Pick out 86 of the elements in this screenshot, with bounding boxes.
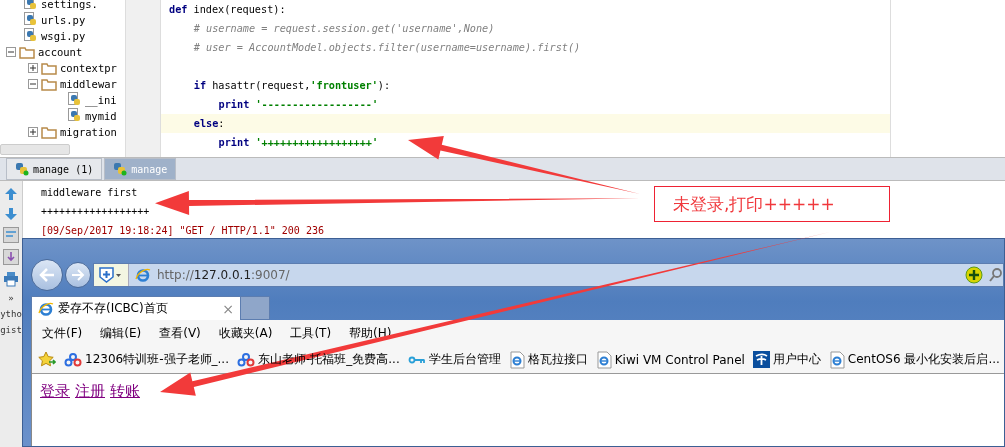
shield-plus-icon[interactable] — [99, 267, 123, 283]
tree-item[interactable]: wsgi.py — [41, 30, 86, 42]
code-token: print — [218, 99, 250, 110]
code-token: def — [169, 4, 188, 15]
tree-item[interactable]: contextpr — [60, 62, 117, 74]
right-arrow-icon — [71, 269, 85, 281]
favorite-link[interactable]: 用户中心 — [752, 351, 821, 368]
run-tab[interactable]: manage (1) — [6, 158, 103, 180]
console-line: [09/Sep/2017 19:18:24] "GET / HTTP/1.1" 200 236 — [41, 224, 324, 238]
code-token: 'frontuser' — [310, 80, 378, 91]
page-icon — [508, 350, 525, 369]
tree-item[interactable]: account — [38, 46, 83, 58]
code-token: if — [193, 80, 207, 91]
printer-icon[interactable] — [3, 271, 19, 287]
collapse-toggle-icon[interactable] — [6, 47, 16, 57]
folder-icon — [19, 45, 35, 59]
python-file-icon — [68, 92, 82, 108]
up-arrow-icon[interactable] — [4, 187, 18, 201]
code-token: : — [218, 118, 225, 129]
panel-text: ytho — [0, 309, 22, 319]
expand-toggle-icon[interactable] — [28, 127, 38, 137]
console-line: middleware first — [41, 186, 138, 200]
search-icon[interactable] — [989, 267, 1003, 283]
cloud-icon — [64, 352, 82, 367]
code-token: ): — [377, 80, 391, 91]
close-tab-button[interactable]: × — [222, 300, 234, 317]
telecom-icon — [752, 351, 770, 368]
down-arrow-icon[interactable] — [4, 207, 18, 221]
new-tab-button[interactable] — [241, 296, 270, 320]
wrap-icon[interactable] — [3, 227, 19, 243]
tree-item[interactable]: migration — [60, 126, 117, 138]
star-icon[interactable] — [38, 351, 56, 368]
cloud-icon — [236, 352, 255, 367]
python-icon — [113, 162, 128, 176]
browser-tab[interactable]: 爱存不存(ICBC)首页 × — [31, 296, 241, 320]
code-token: else — [193, 118, 219, 129]
tree-item[interactable]: __ini — [85, 94, 117, 106]
expand-toggle-icon[interactable] — [28, 63, 38, 73]
python-icon — [15, 162, 29, 176]
page-link[interactable]: 转账 — [110, 382, 140, 401]
code-token: '++++++++++++++++++' — [254, 137, 379, 148]
folder-icon — [41, 61, 57, 75]
annotation-callout: 未登录,打印+++++ — [654, 186, 890, 222]
menu-item[interactable]: 查看(V) — [159, 324, 201, 342]
tree-item[interactable]: middlewar — [60, 78, 117, 90]
folder-icon — [41, 77, 57, 91]
add-icon[interactable] — [965, 266, 983, 284]
python-file-icon — [24, 28, 38, 44]
code-token: index(request): — [192, 4, 286, 15]
page-link[interactable]: 注册 — [75, 382, 105, 401]
code-token: hasattr(request, — [211, 80, 311, 91]
console-line: ++++++++++++++++++ — [41, 205, 150, 219]
ie-icon — [135, 267, 151, 283]
folder-icon — [41, 125, 57, 139]
page-link[interactable]: 登录 — [40, 382, 70, 401]
back-button[interactable] — [31, 259, 63, 291]
panel-text: gist — [0, 325, 22, 335]
favorite-link[interactable]: 学生后台管理 — [407, 351, 501, 368]
tree-item[interactable]: settings. — [41, 0, 98, 10]
address-bar[interactable]: http://127.0.0.1:9007/ — [93, 263, 1004, 287]
left-arrow-icon — [39, 268, 55, 282]
url-text: http://127.0.0.1:9007/ — [157, 268, 291, 282]
panel-text: » — [8, 293, 14, 303]
python-file-icon — [68, 108, 82, 124]
python-file-icon — [24, 12, 38, 28]
ie-icon — [38, 300, 54, 317]
code-token: # username = request.session.get('username',None) — [193, 23, 495, 34]
menu-item[interactable]: 文件(F) — [42, 324, 83, 342]
page-icon — [828, 350, 845, 369]
collapse-toggle-icon[interactable] — [28, 79, 38, 89]
menu-item[interactable]: 工具(T) — [290, 324, 332, 342]
forward-button[interactable] — [65, 262, 91, 288]
scroll-end-icon[interactable] — [3, 249, 19, 265]
menu-item[interactable]: 编辑(E) — [100, 324, 142, 342]
code-token: # user = AccountModel.objects.filter(username=username).first() — [193, 42, 581, 53]
code-token: print — [218, 137, 250, 148]
favorite-link[interactable]: 格瓦拉接口 — [508, 350, 588, 369]
scrollbar-thumb[interactable] — [0, 144, 70, 155]
favorite-link[interactable]: 12306特训班-强子老师_... — [64, 351, 229, 368]
page-icon — [595, 350, 612, 369]
favorite-link[interactable]: Kiwi VM Control Panel — [595, 350, 745, 369]
menu-item[interactable]: 收藏夹(A) — [218, 324, 273, 342]
tree-item[interactable]: mymid — [85, 110, 117, 122]
tree-item[interactable]: urls.py — [41, 14, 86, 26]
code-token: '------------------' — [254, 99, 379, 110]
favorite-link[interactable]: CentOS6 最小化安装后启... — [828, 350, 1000, 369]
